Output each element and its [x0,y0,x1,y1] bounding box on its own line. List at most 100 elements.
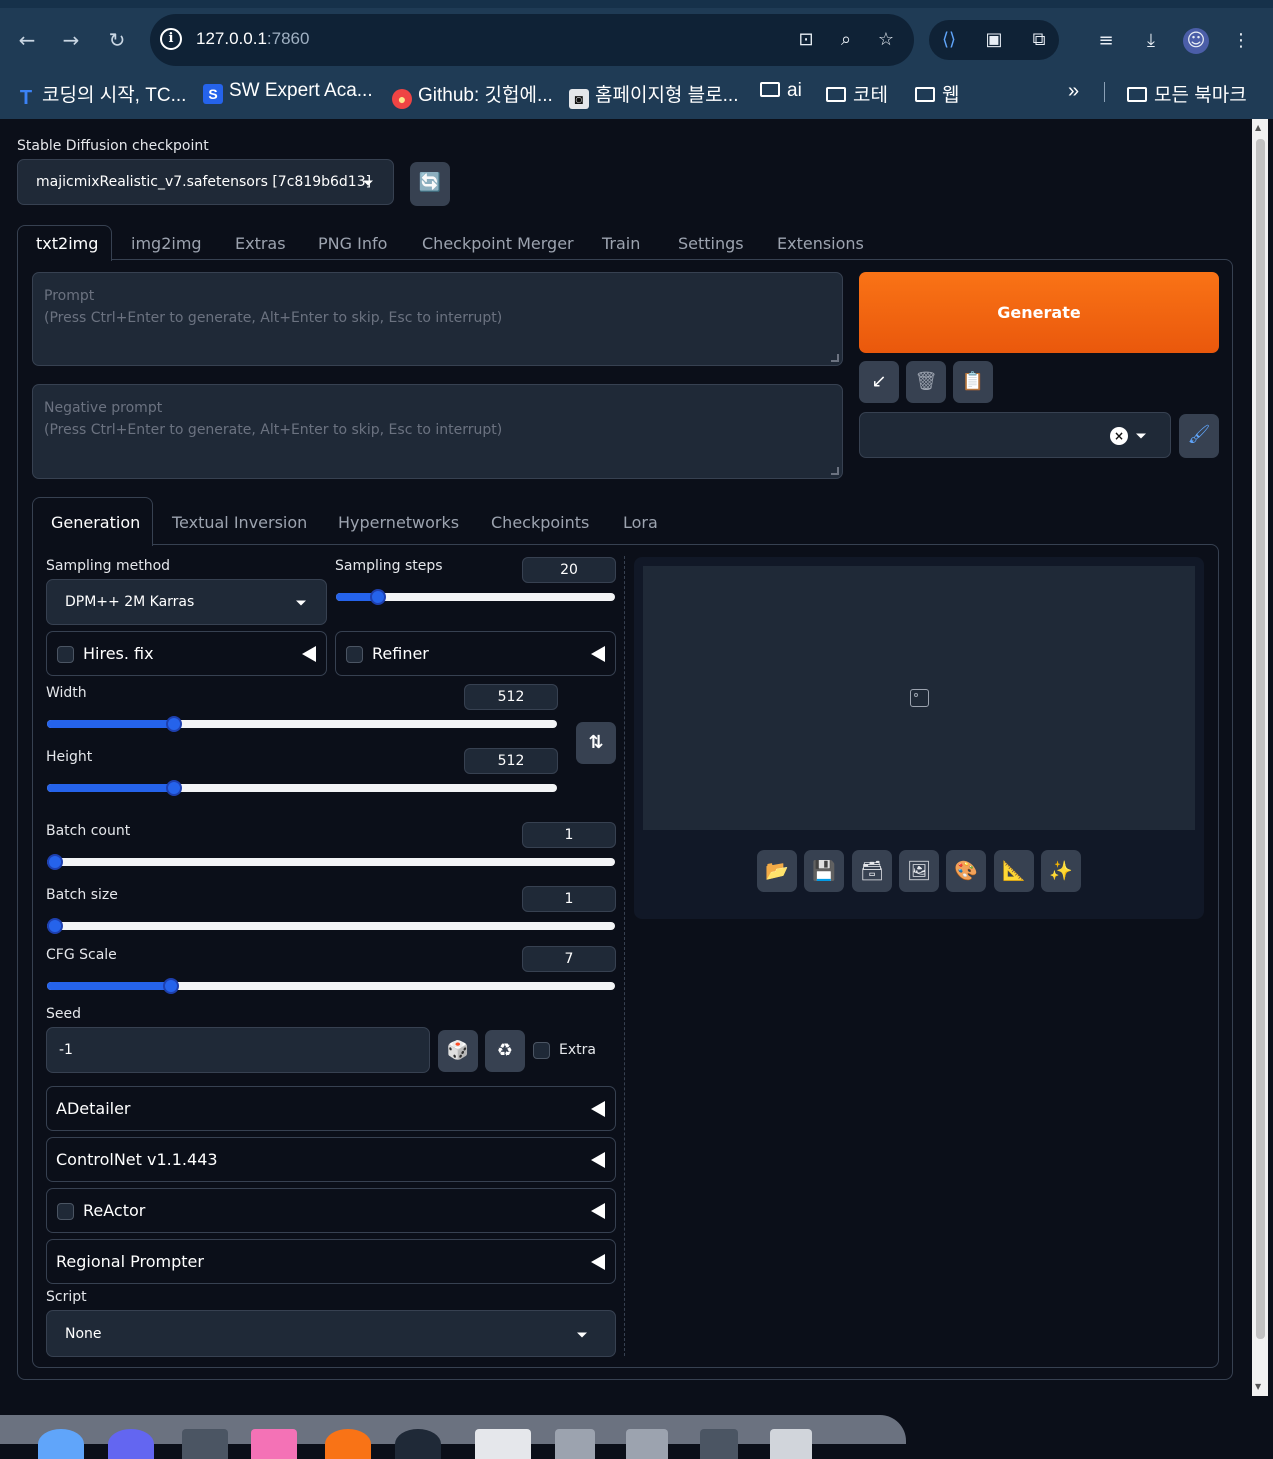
tab-lora[interactable]: Lora [623,513,658,532]
hires-fix-accordion[interactable]: Hires. fix [46,631,327,676]
sampling-steps-slider[interactable] [336,589,615,605]
refresh-checkpoint-button[interactable]: 🔄 [410,162,450,206]
send-to-extras-icon[interactable]: 📐 [994,850,1034,892]
dock-app-icon[interactable] [325,1429,371,1459]
media-icon[interactable]: ≡ [1093,28,1119,54]
site-info-icon[interactable]: i [160,28,182,50]
forward-icon[interactable]: → [57,26,85,54]
cfg-scale-slider[interactable] [47,978,615,994]
resize-handle[interactable] [831,467,839,475]
page-scrollbar[interactable]: ▲ ▼ [1252,119,1268,1396]
send-to-inpaint-icon[interactable]: 🎨 [946,850,986,892]
dock-app-icon[interactable] [108,1429,154,1459]
scroll-up-icon[interactable]: ▲ [1255,123,1261,132]
scroll-thumb[interactable] [1256,139,1265,1339]
trash-icon[interactable]: 🗑 [906,361,946,403]
extension-icon-2[interactable]: ▣ [982,28,1006,52]
width-input[interactable]: 512 [464,684,558,710]
extension-icon-1[interactable]: ⟨⟩ [937,28,961,52]
bookmark-item[interactable]: S SW Expert Aca... [203,80,373,104]
star-icon[interactable]: ☆ [874,28,898,52]
puzzle-icon[interactable]: ⧉ [1027,28,1051,52]
checkpoint-dropdown[interactable]: majicmixRealistic_v7.safetensors [7c819b… [17,159,394,205]
tab-checkpoint-merger[interactable]: Checkpoint Merger [422,234,574,253]
resize-handle[interactable] [831,354,839,362]
bookmark-folder[interactable]: 코테 [826,80,888,107]
dock-app-icon[interactable] [700,1429,738,1459]
dock-app-icon[interactable] [475,1429,531,1459]
slider-handle[interactable] [165,780,182,796]
tab-img2img[interactable]: img2img [131,234,202,253]
clipboard-icon[interactable]: 📋 [953,361,993,403]
batch-count-input[interactable]: 1 [522,822,616,848]
tab-png-info[interactable]: PNG Info [318,234,387,253]
address-bar[interactable]: i 127.0.0.1:7860 ⊡ ⌕ ☆ [150,14,914,66]
cfg-scale-input[interactable]: 7 [522,946,616,972]
dice-icon[interactable]: 🎲 [438,1030,478,1072]
slider-handle[interactable] [47,854,63,870]
bookmark-item[interactable]: T 코딩의 시작, TC... [16,80,187,108]
save-icon[interactable]: 💾 [804,850,844,892]
negative-prompt-input[interactable]: Negative prompt (Press Ctrl+Enter to gen… [32,384,843,479]
dock-app-icon[interactable] [770,1429,812,1459]
height-input[interactable]: 512 [464,748,558,774]
dock-app-icon[interactable] [555,1429,595,1459]
download-icon[interactable]: ⤓ [1138,28,1164,54]
tab-extensions[interactable]: Extensions [777,234,864,253]
dock-app-icon[interactable] [38,1429,84,1459]
script-dropdown[interactable]: None [46,1310,616,1357]
reload-icon[interactable]: ↻ [103,26,131,54]
swap-dimensions-icon[interactable]: ⇅ [576,722,616,764]
open-folder-icon[interactable]: 📂 [757,850,797,892]
batch-count-slider[interactable] [47,854,615,870]
controlnet-accordion[interactable]: ControlNet v1.1.443 [46,1137,616,1182]
dock-app-icon[interactable] [626,1429,668,1459]
translate-icon[interactable]: ⊡ [794,28,818,52]
tab-generation[interactable]: Generation [51,513,140,532]
tab-extras[interactable]: Extras [235,234,286,253]
brush-icon[interactable]: 🖌 [1179,414,1219,458]
bookmark-folder[interactable]: ai [760,80,802,102]
styles-dropdown[interactable]: × [859,412,1171,458]
slider-handle[interactable] [47,918,63,934]
zoom-icon[interactable]: ⌕ [834,28,858,52]
batch-size-input[interactable]: 1 [522,886,616,912]
width-slider[interactable] [47,716,557,732]
read-params-button[interactable]: ↙ [859,361,899,403]
send-to-img2img-icon[interactable]: 🖼 [899,850,939,892]
sampling-steps-input[interactable]: 20 [522,557,616,583]
reactor-accordion[interactable]: ReActor [46,1188,616,1233]
generate-button[interactable]: Generate [859,272,1219,353]
url-text[interactable]: 127.0.0.1:7860 [196,29,309,49]
tab-checkpoints[interactable]: Checkpoints [491,513,589,532]
tab-settings[interactable]: Settings [678,234,744,253]
reactor-checkbox[interactable] [57,1203,74,1220]
tab-textual-inversion[interactable]: Textual Inversion [172,513,307,532]
sampling-method-dropdown[interactable]: DPM++ 2M Karras [46,579,327,625]
clear-icon[interactable]: × [1110,427,1128,445]
slider-handle[interactable] [165,716,182,732]
menu-icon[interactable]: ⋮ [1228,28,1254,54]
regional-prompter-accordion[interactable]: Regional Prompter [46,1239,616,1284]
recycle-icon[interactable]: ♻ [485,1030,525,1072]
sparkle-icon[interactable]: ✨ [1041,850,1081,892]
height-slider[interactable] [47,780,557,796]
batch-size-slider[interactable] [47,918,615,934]
tab-train[interactable]: Train [602,234,640,253]
tab-txt2img[interactable]: txt2img [36,234,98,253]
back-icon[interactable]: ← [13,26,41,54]
dock-app-icon[interactable] [395,1429,441,1459]
adetailer-accordion[interactable]: ADetailer [46,1086,616,1131]
dock-app-icon[interactable] [182,1429,228,1459]
bookmark-item[interactable]: ● Github: 깃헙에... [392,80,553,109]
refiner-accordion[interactable]: Refiner [335,631,616,676]
dock-app-icon[interactable] [251,1429,297,1459]
prompt-input[interactable]: Prompt (Press Ctrl+Enter to generate, Al… [32,272,843,366]
all-bookmarks[interactable]: 모든 북마크 [1127,80,1247,107]
scroll-down-icon[interactable]: ▼ [1255,1382,1261,1391]
hires-fix-checkbox[interactable] [57,646,74,663]
zip-icon[interactable]: 🗃 [852,850,892,892]
bookmark-item[interactable]: ◙ 홈페이지형 블로... [569,80,738,109]
bookmark-folder[interactable]: 웹 [915,80,959,107]
tab-hypernetworks[interactable]: Hypernetworks [338,513,459,532]
